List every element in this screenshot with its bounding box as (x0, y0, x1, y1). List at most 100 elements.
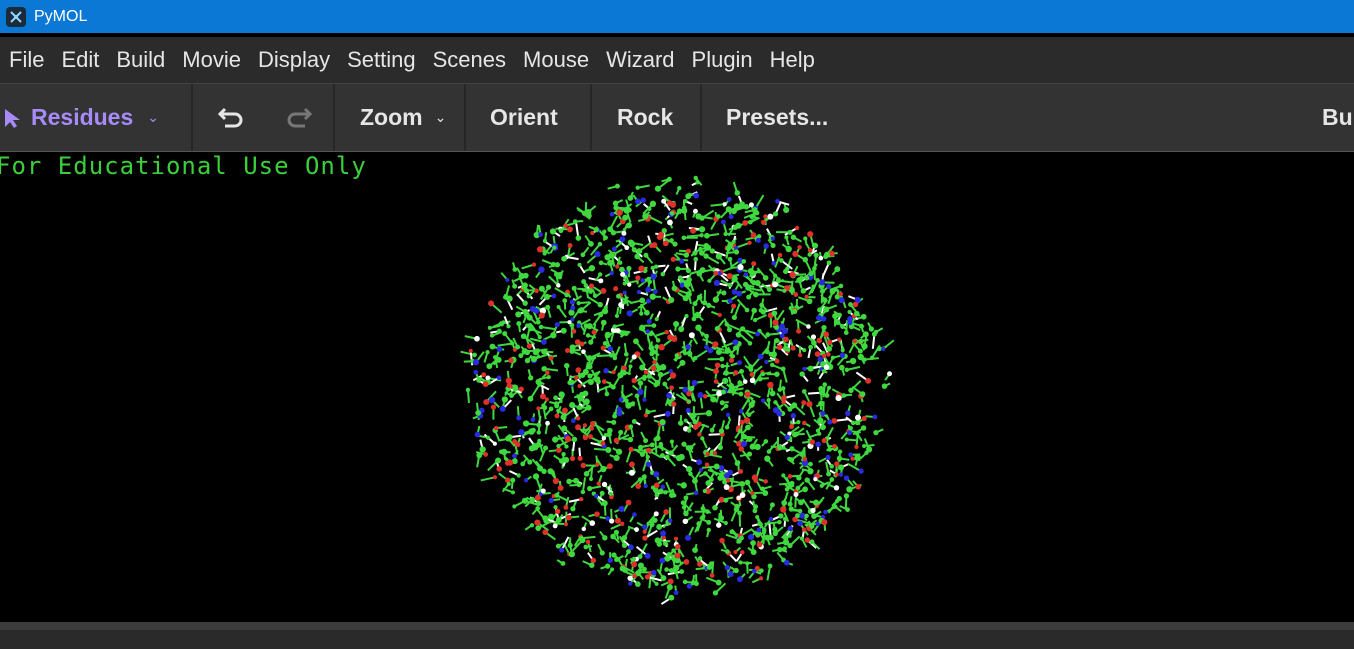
bond (686, 234, 702, 238)
atom (548, 406, 554, 412)
atom (718, 428, 725, 434)
atom (720, 363, 725, 369)
atom (746, 436, 753, 442)
atom (534, 288, 539, 294)
atom (854, 444, 859, 450)
builder-button[interactable]: Bu (1322, 84, 1353, 151)
atom (784, 434, 790, 440)
atom (733, 567, 739, 574)
atom (773, 337, 780, 344)
atom (787, 525, 793, 532)
atom (881, 383, 888, 389)
undo-icon[interactable] (217, 105, 247, 131)
atom (622, 214, 629, 221)
atom (648, 345, 655, 351)
atom (850, 456, 855, 461)
atom (725, 206, 732, 213)
atom (739, 535, 744, 541)
atom (574, 375, 579, 380)
atom (857, 348, 863, 354)
atom (798, 499, 804, 506)
atom (655, 338, 661, 343)
menu-edit[interactable]: Edit (61, 47, 116, 73)
menu-file[interactable]: File (9, 47, 61, 73)
atom (719, 537, 725, 544)
atom (737, 264, 744, 271)
atom (755, 531, 761, 538)
atom (510, 490, 515, 495)
atom (872, 414, 878, 420)
menu-scenes[interactable]: Scenes (433, 47, 523, 73)
bond (710, 203, 725, 207)
atom (678, 326, 685, 333)
atom (556, 305, 561, 310)
atom (733, 249, 740, 255)
menu-help[interactable]: Help (770, 47, 832, 73)
atom (667, 219, 673, 226)
molecule-viewport[interactable]: For Educational Use Only (0, 152, 1354, 622)
menu-movie[interactable]: Movie (182, 47, 258, 73)
orient-button[interactable]: Orient (466, 84, 592, 151)
atom (717, 444, 724, 451)
atom (581, 526, 586, 532)
builder-label: Bu (1322, 104, 1353, 130)
zoom-dropdown[interactable]: Zoom ⌄ (335, 84, 466, 151)
atom (563, 504, 569, 510)
menu-mouse[interactable]: Mouse (523, 47, 606, 73)
atom (505, 377, 512, 384)
rock-button[interactable]: Rock (592, 84, 702, 151)
atom (601, 500, 608, 507)
atom (691, 316, 697, 322)
menu-plugin[interactable]: Plugin (692, 47, 770, 73)
presets-button[interactable]: Presets... (702, 84, 882, 151)
atom (716, 214, 721, 219)
atom (520, 333, 527, 340)
atom (618, 429, 624, 435)
atom (642, 535, 648, 541)
atom (600, 440, 606, 446)
atom (510, 477, 516, 483)
atom (658, 441, 664, 447)
atom (619, 266, 625, 273)
selection-mode-dropdown[interactable]: Residues ⌄ (0, 84, 193, 151)
atom (674, 552, 681, 559)
atom (646, 409, 651, 415)
atom (601, 435, 607, 441)
atom (706, 564, 713, 570)
atom (766, 449, 772, 454)
atom (589, 520, 596, 526)
atom (541, 468, 547, 475)
command-line[interactable] (0, 630, 1354, 649)
atom (824, 251, 830, 258)
menu-setting[interactable]: Setting (347, 47, 433, 73)
atom (526, 294, 531, 299)
atom (750, 491, 755, 496)
menu-wizard[interactable]: Wizard (606, 47, 691, 73)
atom (613, 437, 620, 444)
atom (677, 185, 682, 191)
atom (633, 338, 639, 345)
atom-spheres (465, 175, 893, 601)
menu-display[interactable]: Display (258, 47, 347, 73)
atom (639, 364, 646, 371)
atom (760, 219, 766, 225)
atom (627, 436, 634, 443)
atom (686, 428, 692, 433)
menu-build[interactable]: Build (116, 47, 182, 73)
atom (732, 224, 738, 231)
atom (712, 590, 719, 596)
atom (651, 323, 657, 328)
atom (839, 352, 846, 359)
protein-structure-render[interactable] (0, 152, 1354, 622)
atom (603, 368, 609, 374)
atom (762, 490, 769, 496)
atom (844, 367, 850, 373)
atom (823, 331, 830, 338)
atom (745, 424, 751, 431)
atom (664, 567, 669, 572)
atom (603, 235, 608, 241)
atom (736, 290, 743, 297)
atom (601, 481, 608, 488)
atom (602, 341, 608, 346)
redo-icon[interactable] (283, 105, 313, 131)
